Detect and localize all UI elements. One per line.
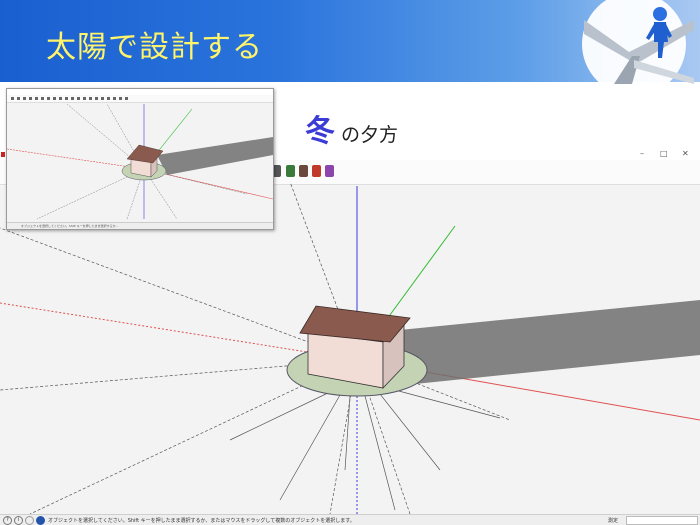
main-status-bar: ? i オブジェクトを選択してください。Shift キーを押したまま選択するか、… [0, 514, 700, 525]
measurements-label: 測定 [608, 518, 619, 524]
thumbnail-status-bar: オブジェクトを選択してください。Shift キーを押したまま選択するか… [7, 222, 273, 229]
geo-icon[interactable] [36, 516, 45, 525]
thumb-red-axis-negative [7, 148, 145, 170]
sun-rays-solid [229, 389, 501, 511]
house-shadow [380, 300, 700, 385]
help-icon[interactable]: ? [3, 516, 12, 525]
thumbnail-toolbar-icons [11, 97, 128, 100]
thumbnail-window: オブジェクトを選択してください。Shift キーを押したまま選択するか… [6, 88, 274, 230]
thumbnail-viewport[interactable] [7, 102, 273, 222]
slide-title: 太陽で設計する [46, 30, 263, 65]
title-banner: 太陽で設計する [0, 0, 700, 84]
user-icon[interactable] [25, 516, 34, 525]
status-message: オブジェクトを選択してください。Shift キーを押したまま選択するか、またはマ… [48, 518, 355, 524]
info-icon[interactable]: i [14, 516, 23, 525]
scene-caption: 冬の夕方 [305, 106, 398, 150]
time-label: の夕方 [341, 124, 399, 146]
person-on-arrow-logo-icon [582, 0, 694, 84]
season-label: 冬 [305, 114, 335, 149]
measurements-input[interactable] [626, 516, 698, 525]
thumb-house-shadow [157, 137, 273, 175]
thumbnail-status-message: オブジェクトを選択してください。Shift キーを押したまま選択するか… [21, 224, 119, 228]
